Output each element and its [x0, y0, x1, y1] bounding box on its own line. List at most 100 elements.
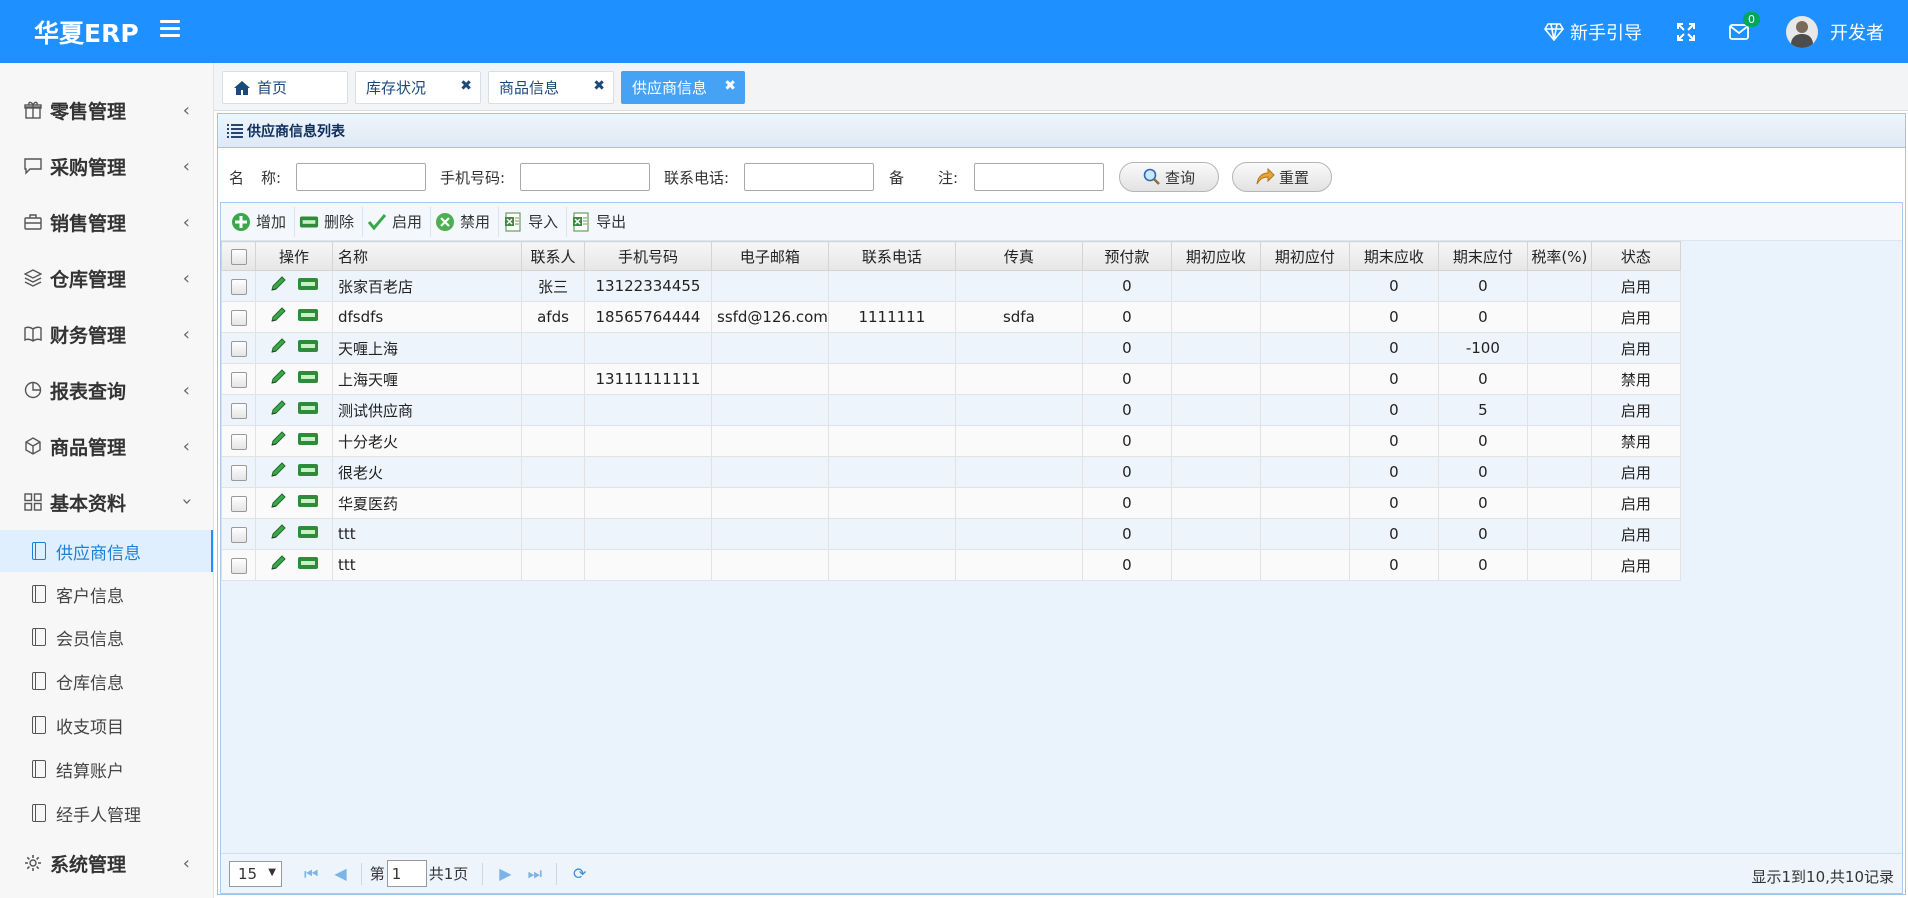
close-icon[interactable]: ✖ [593, 78, 605, 94]
column-header[interactable]: 期初应收 [1170, 241, 1261, 271]
sidebar-sub-handler[interactable]: 经手人管理 [0, 792, 213, 834]
disable-button[interactable]: 禁用 [431, 206, 500, 237]
page-number-input[interactable]: 1 [386, 860, 427, 887]
select-all-checkbox[interactable] [221, 241, 256, 271]
delete-minus-icon[interactable] [297, 525, 319, 539]
delete-minus-icon[interactable] [297, 370, 319, 384]
column-header[interactable]: 手机号码 [584, 241, 712, 271]
row-checkbox[interactable] [221, 456, 256, 488]
row-checkbox[interactable] [221, 270, 256, 302]
table-row[interactable]: 天喱上海 0 0 -100 启用 [221, 332, 1681, 364]
edit-pencil-icon[interactable] [269, 275, 287, 293]
sidebar-item-retail[interactable]: 零售管理 ‹ [0, 82, 213, 138]
column-header[interactable]: 期初应付 [1259, 241, 1350, 271]
add-button[interactable]: 增加 [227, 206, 296, 237]
sidebar-item-system[interactable]: 系统管理 ‹ [0, 835, 213, 891]
table-row[interactable]: dfsdfs afds 18565764444 ssfd@126.com 1111111… [221, 301, 1681, 333]
edit-pencil-icon[interactable] [269, 337, 287, 355]
first-page-icon[interactable]: ⏮ [304, 864, 318, 884]
row-checkbox[interactable] [221, 487, 256, 519]
edit-pencil-icon[interactable] [269, 461, 287, 479]
mail-button[interactable]: 0 [1729, 0, 1760, 63]
table-row[interactable]: 华夏医药 0 0 0 启用 [221, 487, 1681, 519]
tab-goods[interactable]: 商品信息 ✖ [488, 71, 614, 104]
page-size-select[interactable]: 15 [229, 860, 282, 887]
delete-minus-icon[interactable] [297, 339, 319, 353]
delete-minus-icon[interactable] [297, 277, 319, 291]
refresh-icon[interactable]: ⟳ [573, 864, 586, 883]
reset-button[interactable]: 重置 [1232, 162, 1332, 192]
brand-logo[interactable]: 华夏ERP [34, 14, 139, 50]
row-checkbox[interactable] [221, 301, 256, 333]
remark-input[interactable] [974, 163, 1104, 191]
edit-pencil-icon[interactable] [269, 430, 287, 448]
delete-minus-icon[interactable] [297, 432, 319, 446]
export-button[interactable]: 导出 [567, 207, 634, 237]
sidebar-sub-inout-item[interactable]: 收支项目 [0, 704, 213, 746]
sidebar-sub-customer[interactable]: 客户信息 [0, 573, 213, 615]
edit-pencil-icon[interactable] [269, 399, 287, 417]
delete-minus-icon[interactable] [297, 494, 319, 508]
row-checkbox[interactable] [221, 518, 256, 550]
column-header[interactable]: 税率(%) [1526, 241, 1592, 271]
table-row[interactable]: 张家百老店 张三 13122334455 0 0 0 启用 [221, 270, 1681, 302]
row-checkbox[interactable] [221, 549, 256, 581]
query-button[interactable]: 查询 [1119, 162, 1219, 192]
column-header[interactable]: 期末应付 [1437, 241, 1528, 271]
sidebar-item-basic-data[interactable]: 基本资料 ‹ [0, 474, 213, 530]
enable-button[interactable]: 启用 [363, 206, 432, 237]
sidebar-item-purchase[interactable]: 采购管理 ‹ [0, 138, 213, 194]
sidebar-item-goods[interactable]: 商品管理 ‹ [0, 418, 213, 474]
tel-input[interactable] [744, 163, 874, 191]
last-page-icon[interactable]: ⏭ [528, 864, 542, 884]
sidebar-item-warehouse[interactable]: 仓库管理 ‹ [0, 250, 213, 306]
column-header[interactable]: 期末应收 [1348, 241, 1439, 271]
table-row[interactable]: 很老火 0 0 0 启用 [221, 456, 1681, 488]
menu-toggle-icon[interactable] [160, 20, 180, 38]
column-header[interactable]: 联系人 [521, 241, 585, 271]
sidebar-item-finance[interactable]: 财务管理 ‹ [0, 306, 213, 362]
import-button[interactable]: 导入 [499, 206, 568, 237]
row-checkbox[interactable] [221, 394, 256, 426]
column-header[interactable]: 名称 [332, 241, 522, 271]
phone-input[interactable] [520, 163, 650, 191]
row-checkbox[interactable] [221, 425, 256, 457]
name-input[interactable] [296, 163, 426, 191]
sidebar-item-reports[interactable]: 报表查询 ‹ [0, 362, 213, 418]
close-icon[interactable]: ✖ [460, 78, 472, 94]
table-row[interactable]: ttt 0 0 0 启用 [221, 518, 1681, 550]
edit-pencil-icon[interactable] [269, 368, 287, 386]
table-row[interactable]: 上海天喱 13111111111 0 0 0 禁用 [221, 363, 1681, 395]
sidebar-sub-member[interactable]: 会员信息 [0, 616, 213, 658]
sidebar-item-sales[interactable]: 销售管理 ‹ [0, 194, 213, 250]
prev-page-icon[interactable]: ◀ [334, 864, 346, 883]
edit-pencil-icon[interactable] [269, 492, 287, 510]
column-header[interactable]: 状态 [1590, 241, 1681, 271]
delete-minus-icon[interactable] [297, 401, 319, 415]
edit-pencil-icon[interactable] [269, 554, 287, 572]
guide-link[interactable]: 新手引导 [1544, 0, 1642, 63]
sidebar-sub-depot[interactable]: 仓库信息 [0, 660, 213, 702]
fullscreen-button[interactable] [1677, 0, 1695, 63]
delete-button[interactable]: 删除 [295, 206, 364, 237]
table-row[interactable]: ttt 0 0 0 启用 [221, 549, 1681, 581]
table-row[interactable]: 测试供应商 0 0 5 启用 [221, 394, 1681, 426]
edit-pencil-icon[interactable] [269, 523, 287, 541]
column-header[interactable]: 预付款 [1081, 241, 1172, 271]
sidebar-sub-supplier[interactable]: 供应商信息 [0, 530, 213, 572]
tab-home[interactable]: 首页 [222, 71, 348, 104]
sidebar-sub-account[interactable]: 结算账户 [0, 748, 213, 790]
table-row[interactable]: 十分老火 0 0 0 禁用 [221, 425, 1681, 457]
column-header[interactable]: 联系电话 [827, 241, 956, 271]
delete-minus-icon[interactable] [297, 308, 319, 322]
row-checkbox[interactable] [221, 363, 256, 395]
delete-minus-icon[interactable] [297, 556, 319, 570]
column-header[interactable]: 电子邮箱 [711, 241, 829, 271]
row-checkbox[interactable] [221, 332, 256, 364]
next-page-icon[interactable]: ▶ [499, 864, 511, 883]
tab-stock[interactable]: 库存状况 ✖ [355, 71, 481, 104]
close-icon[interactable]: ✖ [724, 78, 736, 94]
tab-supplier[interactable]: 供应商信息 ✖ [621, 71, 745, 104]
user-menu[interactable]: 开发者 [1786, 0, 1884, 63]
delete-minus-icon[interactable] [297, 463, 319, 477]
